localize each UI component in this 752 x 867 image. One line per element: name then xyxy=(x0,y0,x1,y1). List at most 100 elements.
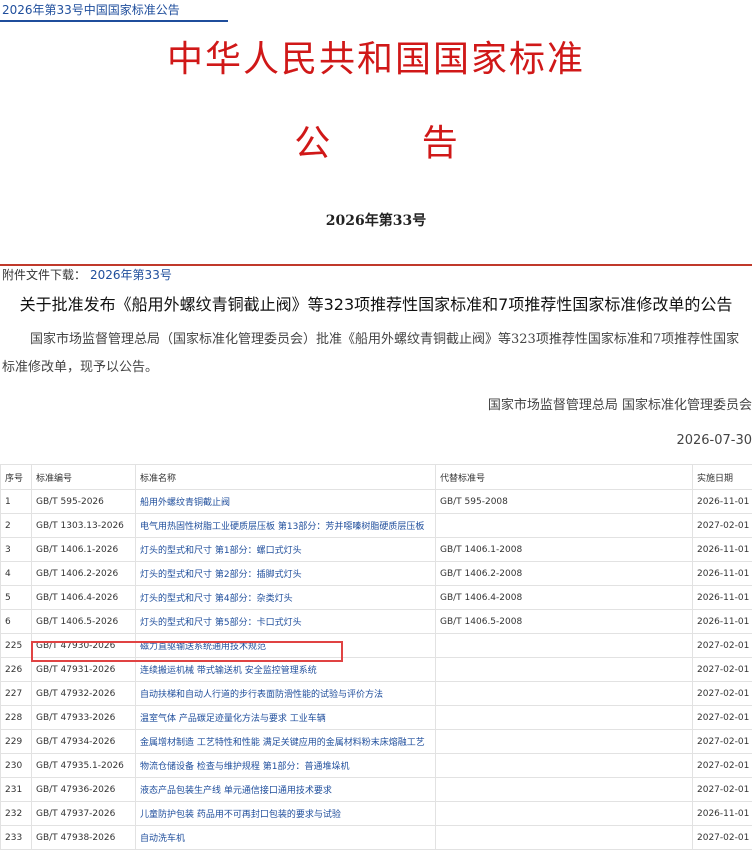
table-row: 4 GB/T 1406.2-2026 灯头的型式和尺寸 第2部分：插脚式灯头 GB/T… xyxy=(0,561,752,586)
row-name[interactable]: 液态产品包装生产线 单元通信接口通用技术要求 xyxy=(135,777,436,802)
row-replaced: GB/T 1406.4-2008 xyxy=(435,585,693,610)
breadcrumb[interactable]: 2026年第33号中国国家标准公告 xyxy=(0,0,228,22)
row-index: 4 xyxy=(0,561,32,586)
row-index: 5 xyxy=(0,585,32,610)
row-replaced xyxy=(435,681,693,706)
row-date: 2027-02-01 xyxy=(692,753,752,778)
col-header-replaced: 代替标准号 xyxy=(435,464,693,490)
row-index: 227 xyxy=(0,681,32,706)
table-header-row: 序号 标准编号 标准名称 代替标准号 实施日期 xyxy=(0,464,752,490)
row-name[interactable]: 磁力直驱输送系统通用技术规范 xyxy=(135,633,436,658)
row-date: 2026-11-01 xyxy=(692,561,752,586)
row-replaced xyxy=(435,705,693,730)
table-row: 229 GB/T 47934-2026 金属增材制造 工艺特性和性能 满足关键应用的… xyxy=(0,729,752,754)
row-name[interactable]: 灯头的型式和尺寸 第2部分：插脚式灯头 xyxy=(135,561,436,586)
row-date: 2027-02-01 xyxy=(692,729,752,754)
row-name[interactable]: 自动洗车机 xyxy=(135,825,436,850)
row-index: 228 xyxy=(0,705,32,730)
table-row: 5 GB/T 1406.4-2026 灯头的型式和尺寸 第4部分：杂类灯头 GB/T … xyxy=(0,585,752,610)
row-date: 2027-02-01 xyxy=(692,825,752,850)
row-date: 2027-02-01 xyxy=(692,705,752,730)
table-row: 232 GB/T 47937-2026 儿童防护包装 药品用不可再封口包装的要求与试… xyxy=(0,801,752,826)
row-name[interactable]: 物流仓储设备 检查与维护规程 第1部分：普通堆垛机 xyxy=(135,753,436,778)
attachment-link[interactable]: 2026年第33号 xyxy=(90,268,172,282)
row-name[interactable]: 儿童防护包装 药品用不可再封口包装的要求与试验 xyxy=(135,801,436,826)
row-date: 2026-11-01 xyxy=(692,585,752,610)
table-row: 225 GB/T 47930-2026 磁力直驱输送系统通用技术规范 2027-02-… xyxy=(0,633,752,658)
issue-number: 2026年第33号 xyxy=(325,213,427,229)
row-replaced: GB/T 1406.2-2008 xyxy=(435,561,693,586)
row-index: 230 xyxy=(0,753,32,778)
row-replaced xyxy=(435,657,693,682)
row-name[interactable]: 灯头的型式和尺寸 第4部分：杂类灯头 xyxy=(135,585,436,610)
row-name[interactable]: 船用外螺纹青铜截止阀 xyxy=(135,489,436,514)
row-replaced xyxy=(435,753,693,778)
row-code: GB/T 1406.1-2026 xyxy=(31,537,136,562)
col-header-index: 序号 xyxy=(0,464,32,490)
row-index: 226 xyxy=(0,657,32,682)
notice-signature: 国家市场监督管理总局 国家标准化管理委员会 xyxy=(487,398,752,413)
row-code: GB/T 595-2026 xyxy=(31,489,136,514)
row-code: GB/T 47930-2026 xyxy=(31,633,136,658)
row-index: 233 xyxy=(0,825,32,850)
row-code: GB/T 47931-2026 xyxy=(31,657,136,682)
page-title: 中华人民共和国国家标准 xyxy=(166,39,585,80)
row-date: 2026-11-01 xyxy=(692,801,752,826)
row-date: 2027-02-01 xyxy=(692,513,752,538)
row-date: 2027-02-01 xyxy=(692,657,752,682)
table-row: 1 GB/T 595-2026 船用外螺纹青铜截止阀 GB/T 595-2008 202… xyxy=(0,489,752,514)
row-replaced xyxy=(435,513,693,538)
row-replaced: GB/T 595-2008 xyxy=(435,489,693,514)
table-row: 3 GB/T 1406.1-2026 灯头的型式和尺寸 第1部分：螺口式灯头 GB/T… xyxy=(0,537,752,562)
table-row: 233 GB/T 47938-2026 自动洗车机 2027-02-01 xyxy=(0,825,752,850)
row-code: GB/T 47936-2026 xyxy=(31,777,136,802)
row-name[interactable]: 温室气体 产品碳足迹量化方法与要求 工业车辆 xyxy=(135,705,436,730)
row-replaced xyxy=(435,633,693,658)
row-name[interactable]: 灯头的型式和尺寸 第5部分：卡口式灯头 xyxy=(135,609,436,634)
table-row: 230 GB/T 47935.1-2026 物流仓储设备 检查与维护规程 第1部分：… xyxy=(0,753,752,778)
row-replaced xyxy=(435,777,693,802)
row-index: 229 xyxy=(0,729,32,754)
row-replaced xyxy=(435,801,693,826)
row-name[interactable]: 灯头的型式和尺寸 第1部分：螺口式灯头 xyxy=(135,537,436,562)
row-code: GB/T 47932-2026 xyxy=(31,681,136,706)
row-date: 2027-02-01 xyxy=(692,633,752,658)
row-code: GB/T 47938-2026 xyxy=(31,825,136,850)
col-header-code: 标准编号 xyxy=(31,464,136,490)
notice-body: 国家市场监督管理总局（国家标准化管理委员会）批准《船用外螺纹青铜截止阀》等323… xyxy=(2,332,740,375)
row-code: GB/T 47937-2026 xyxy=(31,801,136,826)
row-name[interactable]: 金属增材制造 工艺特性和性能 满足关键应用的金属材料粉末床熔融工艺 xyxy=(135,729,436,754)
standards-table: 序号 标准编号 标准名称 代替标准号 实施日期 1 GB/T 595-2026 船用… xyxy=(0,464,752,850)
row-code: GB/T 47933-2026 xyxy=(31,705,136,730)
row-date: 2026-11-01 xyxy=(692,537,752,562)
row-replaced xyxy=(435,729,693,754)
table-row: 226 GB/T 47931-2026 连续搬运机械 带式输送机 安全监控管理系统 2… xyxy=(0,657,752,682)
row-replaced: GB/T 1406.5-2008 xyxy=(435,609,693,634)
row-code: GB/T 47934-2026 xyxy=(31,729,136,754)
page-subtitle: 公 告 xyxy=(294,123,498,164)
row-code: GB/T 47935.1-2026 xyxy=(31,753,136,778)
row-code: GB/T 1303.13-2026 xyxy=(31,513,136,538)
row-index: 1 xyxy=(0,489,32,514)
row-index: 6 xyxy=(0,609,32,634)
row-index: 231 xyxy=(0,777,32,802)
row-index: 225 xyxy=(0,633,32,658)
row-name[interactable]: 自动扶梯和自动人行道的步行表面防滑性能的试验与评价方法 xyxy=(135,681,436,706)
notice-date: 2026-07-30 xyxy=(676,433,752,448)
row-name[interactable]: 连续搬运机械 带式输送机 安全监控管理系统 xyxy=(135,657,436,682)
table-row: 231 GB/T 47936-2026 液态产品包装生产线 单元通信接口通用技术要求… xyxy=(0,777,752,802)
red-divider xyxy=(0,264,752,266)
table-row: 6 GB/T 1406.5-2026 灯头的型式和尺寸 第5部分：卡口式灯头 GB/T… xyxy=(0,609,752,634)
row-name[interactable]: 电气用热固性树脂工业硬质层压板 第13部分：芳并噁嗪树脂硬质层压板 xyxy=(135,513,436,538)
col-header-date: 实施日期 xyxy=(692,464,752,490)
row-code: GB/T 1406.5-2026 xyxy=(31,609,136,634)
row-replaced xyxy=(435,825,693,850)
row-index: 3 xyxy=(0,537,32,562)
row-index: 2 xyxy=(0,513,32,538)
row-code: GB/T 1406.2-2026 xyxy=(31,561,136,586)
table-row: 2 GB/T 1303.13-2026 电气用热固性树脂工业硬质层压板 第13部分：… xyxy=(0,513,752,538)
row-date: 2027-02-01 xyxy=(692,681,752,706)
table-row: 228 GB/T 47933-2026 温室气体 产品碳足迹量化方法与要求 工业车辆… xyxy=(0,705,752,730)
row-replaced: GB/T 1406.1-2008 xyxy=(435,537,693,562)
row-date: 2027-02-01 xyxy=(692,777,752,802)
